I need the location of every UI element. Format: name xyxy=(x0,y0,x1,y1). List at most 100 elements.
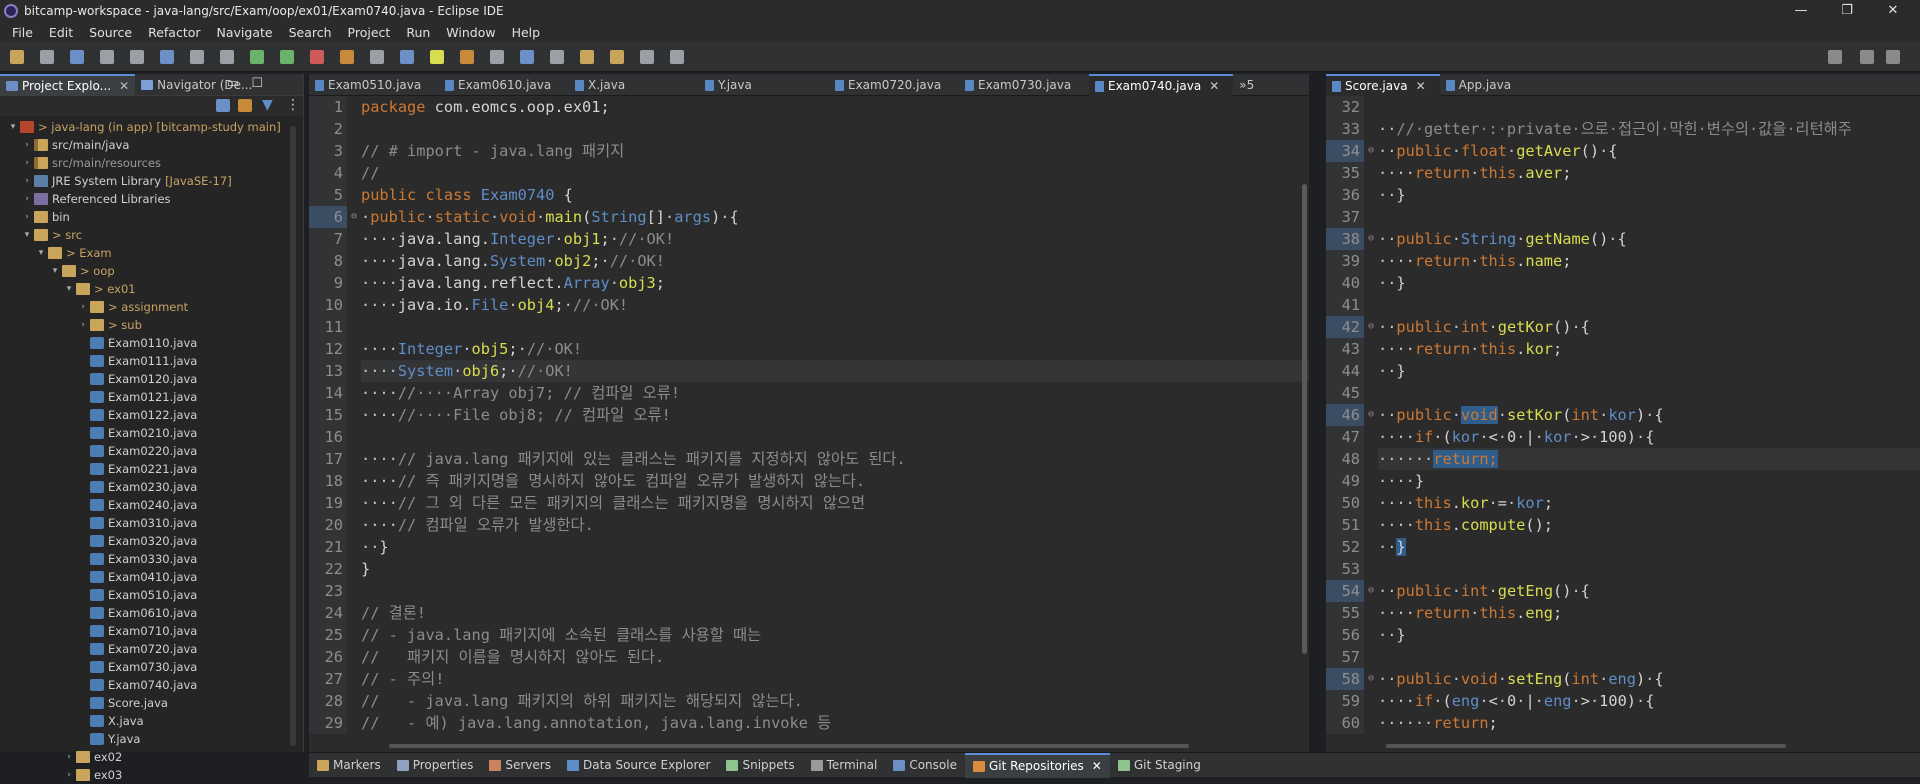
toolbar-button-icon[interactable] xyxy=(220,50,234,64)
tree-item[interactable]: › Referenced Libraries xyxy=(0,190,300,208)
fold-icon[interactable]: ⊖ xyxy=(1364,580,1378,602)
minimize-button[interactable]: — xyxy=(1778,0,1824,22)
menu-search[interactable]: Search xyxy=(281,25,340,40)
toolbar-button-icon[interactable] xyxy=(70,50,84,64)
tree-item[interactable]: Exam0320.java xyxy=(0,532,300,550)
code-line[interactable]: 4 // xyxy=(309,162,1309,184)
bottom-tab-data-source-explorer[interactable]: Data Source Explorer xyxy=(559,753,718,778)
code-line[interactable]: 15 ····//····File obj8; // 컴파일 오류! xyxy=(309,404,1309,426)
menu-edit[interactable]: Edit xyxy=(41,25,81,40)
code-line[interactable]: 39 ····return·this.name; xyxy=(1326,250,1920,272)
editor-tab[interactable]: Exam0730.java xyxy=(959,74,1089,96)
java-perspective-icon[interactable] xyxy=(1886,50,1900,64)
menu-navigate[interactable]: Navigate xyxy=(209,25,281,40)
tree-item[interactable]: ▾ > ex01 xyxy=(0,280,300,298)
tree-item[interactable]: Exam0120.java xyxy=(0,370,300,388)
tree-item[interactable]: Exam0111.java xyxy=(0,352,300,370)
bottom-tab-snippets[interactable]: Snippets xyxy=(718,753,802,778)
fold-icon[interactable]: ⊖ xyxy=(1364,404,1378,426)
toolbar-button-icon[interactable] xyxy=(250,50,264,64)
code-line[interactable]: 43 ····return·this.kor; xyxy=(1326,338,1920,360)
maximize-view-icon[interactable]: ☐ xyxy=(251,76,263,91)
editor-vertical-scrollbar[interactable] xyxy=(1302,184,1307,654)
editor-tab[interactable]: Exam0740.java ✕ xyxy=(1089,74,1234,96)
code-line[interactable]: 38 ⊖ ··public·String·getName()·{ xyxy=(1326,228,1920,250)
tree-item[interactable]: Exam0610.java xyxy=(0,604,300,622)
tree-item[interactable]: Exam0720.java xyxy=(0,640,300,658)
bottom-tab-terminal[interactable]: Terminal xyxy=(803,753,886,778)
tree-item[interactable]: Exam0122.java xyxy=(0,406,300,424)
fold-icon[interactable]: ⊖ xyxy=(1364,668,1378,690)
expand-arrow-icon[interactable]: › xyxy=(64,752,74,762)
code-line[interactable]: 27 // - 주의! xyxy=(309,668,1309,690)
bottom-tab-git-staging[interactable]: Git Staging xyxy=(1110,753,1209,778)
fold-icon[interactable]: ⊖ xyxy=(1364,140,1378,162)
toolbar-button-icon[interactable] xyxy=(430,50,444,64)
tab-navigator[interactable]: Navigator (De... xyxy=(135,74,258,96)
code-line[interactable]: 45 xyxy=(1326,382,1920,404)
editor-tab[interactable]: X.java xyxy=(569,74,699,96)
tree-item[interactable]: Y.java xyxy=(0,730,300,748)
toolbar-button-icon[interactable] xyxy=(610,50,624,64)
menu-help[interactable]: Help xyxy=(504,25,549,40)
expand-arrow-icon[interactable]: ▾ xyxy=(36,248,46,258)
tree-item[interactable]: Exam0330.java xyxy=(0,550,300,568)
toolbar-button-icon[interactable] xyxy=(40,50,54,64)
code-line[interactable]: 40 ··} xyxy=(1326,272,1920,294)
menu-window[interactable]: Window xyxy=(438,25,503,40)
code-line[interactable]: 33 ··//·getter·:·private·으로·접근이·막힌·변수의·값을… xyxy=(1326,118,1920,140)
code-line[interactable]: 26 // 패키지 이름을 명시하지 않아도 된다. xyxy=(309,646,1309,668)
code-line[interactable]: 54 ⊖ ··public·int·getEng()·{ xyxy=(1326,580,1920,602)
bottom-tab-properties[interactable]: Properties xyxy=(389,753,482,778)
expand-arrow-icon[interactable]: ▾ xyxy=(50,266,60,276)
code-line[interactable]: 42 ⊖ ··public·int·getKor()·{ xyxy=(1326,316,1920,338)
maximize-button[interactable]: ❐ xyxy=(1824,0,1870,22)
menu-run[interactable]: Run xyxy=(398,25,438,40)
tree-item[interactable]: Exam0240.java xyxy=(0,496,300,514)
search-icon[interactable] xyxy=(1828,50,1842,64)
menu-file[interactable]: File xyxy=(4,25,41,40)
code-line[interactable]: 47 ····if·(kor·<·0·|·kor·>·100)·{ xyxy=(1326,426,1920,448)
tree-item[interactable]: Exam0310.java xyxy=(0,514,300,532)
expand-arrow-icon[interactable]: ▾ xyxy=(22,230,32,240)
code-line[interactable]: 35 ····return·this.aver; xyxy=(1326,162,1920,184)
code-line[interactable]: 44 ··} xyxy=(1326,360,1920,382)
code-line[interactable]: 11 xyxy=(309,316,1309,338)
tree-item[interactable]: › ex02 xyxy=(0,748,300,766)
tree-item[interactable]: › > assignment xyxy=(0,298,300,316)
code-line[interactable]: 46 ⊖ ··public·void·setKor(int·kor)·{ xyxy=(1326,404,1920,426)
code-line[interactable]: 16 xyxy=(309,426,1309,448)
toolbar-button-icon[interactable] xyxy=(340,50,354,64)
tree-item[interactable]: ▾ > src xyxy=(0,226,300,244)
tree-item[interactable]: Exam0220.java xyxy=(0,442,300,460)
code-line[interactable]: 22} xyxy=(309,558,1309,580)
code-line[interactable]: 8 ····java.lang.System·obj2;·//·OK! xyxy=(309,250,1309,272)
editor-tab[interactable]: Exam0720.java xyxy=(829,74,959,96)
code-line[interactable]: 14 ····//····Array obj7; // 컴파일 오류! xyxy=(309,382,1309,404)
tree-item[interactable]: › bin xyxy=(0,208,300,226)
fold-icon[interactable]: ⊖ xyxy=(347,206,361,228)
editor-tab[interactable]: Exam0610.java xyxy=(439,74,569,96)
tab-project-explorer[interactable]: Project Explo... ✕ xyxy=(0,73,136,96)
code-line[interactable]: 25 // - java.lang 패키지에 소속된 클래스를 사용할 때는 xyxy=(309,624,1309,646)
tree-item[interactable]: › ex03 xyxy=(0,766,300,784)
bottom-tab-servers[interactable]: Servers xyxy=(481,753,559,778)
tree-item[interactable]: Exam0210.java xyxy=(0,424,300,442)
expand-arrow-icon[interactable]: › xyxy=(22,212,32,222)
view-menu-icon[interactable]: ⋮ xyxy=(286,97,300,113)
expand-arrow-icon[interactable]: › xyxy=(78,320,88,330)
tree-item[interactable]: Exam0121.java xyxy=(0,388,300,406)
bottom-tab-git-repositories[interactable]: Git Repositories ✕ xyxy=(964,752,1110,778)
toolbar-button-icon[interactable] xyxy=(280,50,294,64)
code-line[interactable]: 6 ⊖ ·public·static·void·main(String[]·args… xyxy=(309,206,1309,228)
code-line[interactable]: 21 ··} xyxy=(309,536,1309,558)
code-line[interactable]: 56 ··} xyxy=(1326,624,1920,646)
editor-tab[interactable]: Y.java xyxy=(699,74,829,96)
fold-icon[interactable]: ⊖ xyxy=(1364,228,1378,250)
menu-project[interactable]: Project xyxy=(340,25,399,40)
tree-item[interactable]: › JRE System Library [JavaSE-17] xyxy=(0,172,300,190)
toolbar-button-icon[interactable] xyxy=(310,50,324,64)
code-line[interactable]: 18 ····// 즉 패키지명을 명시하지 않아도 컴파일 오류가 발생하지 않… xyxy=(309,470,1309,492)
toolbar-button-icon[interactable] xyxy=(550,50,564,64)
expand-arrow-icon[interactable]: › xyxy=(22,158,32,168)
